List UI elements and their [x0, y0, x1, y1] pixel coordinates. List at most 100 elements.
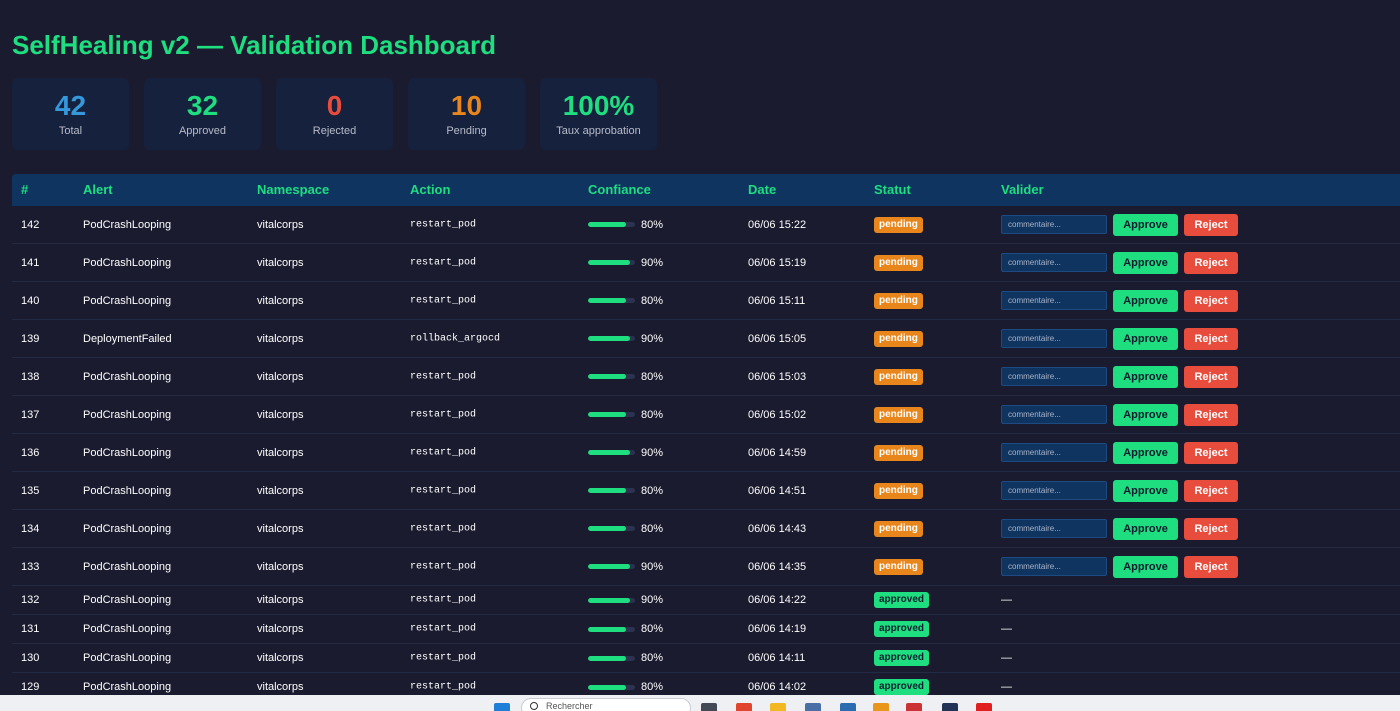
reject-button[interactable]: Reject	[1184, 517, 1238, 540]
approve-button[interactable]: Approve	[1113, 251, 1178, 274]
approve-button[interactable]: Approve	[1113, 479, 1178, 502]
row-validate: —	[1001, 623, 1012, 635]
row-status: pending	[874, 444, 923, 461]
column-header-validate[interactable]: Valider	[1001, 174, 1044, 206]
comment-input[interactable]	[1001, 253, 1107, 272]
row-confidence: 80%	[588, 485, 663, 497]
comment-input[interactable]	[1001, 443, 1107, 462]
row-status: pending	[874, 520, 923, 537]
chrome-icon[interactable]	[736, 703, 752, 711]
file-explorer-icon[interactable]	[770, 703, 786, 711]
stat-value: 100%	[562, 90, 635, 121]
reject-button[interactable]: Reject	[1184, 289, 1238, 312]
table-row: 134 PodCrashLooping vitalcorps restart_pod 8…	[12, 510, 1400, 548]
row-status: pending	[874, 482, 923, 499]
approve-button[interactable]: Approve	[1113, 213, 1178, 236]
column-header-alert[interactable]: Alert	[83, 174, 113, 206]
row-id: 134	[21, 522, 40, 535]
row-status: pending	[874, 558, 923, 575]
approve-button[interactable]: Approve	[1113, 327, 1178, 350]
column-header-confidence[interactable]: Confiance	[588, 174, 651, 206]
task-view-icon[interactable]	[701, 703, 717, 711]
folder-icon[interactable]	[873, 703, 889, 711]
row-date: 06/06 15:19	[748, 256, 807, 269]
reject-button[interactable]: Reject	[1184, 213, 1238, 236]
comment-input[interactable]	[1001, 291, 1107, 310]
status-badge: approved	[874, 650, 930, 666]
taskbar-search[interactable]: Rechercher	[521, 698, 691, 711]
table-row: 138 PodCrashLooping vitalcorps restart_pod 8…	[12, 358, 1400, 396]
column-header-action[interactable]: Action	[410, 174, 450, 206]
comment-input[interactable]	[1001, 481, 1107, 500]
row-alert: PodCrashLooping	[83, 522, 172, 535]
row-alert: PodCrashLooping	[83, 484, 172, 497]
opera-icon[interactable]	[976, 703, 992, 711]
confidence-bar-fill	[588, 450, 631, 455]
row-alert: PodCrashLooping	[83, 408, 172, 421]
table-row: 141 PodCrashLooping vitalcorps restart_pod 9…	[12, 244, 1400, 282]
row-action: rollback_argocd	[410, 333, 501, 344]
row-validate: Approve Reject	[1001, 441, 1238, 464]
column-header-id[interactable]: #	[21, 174, 28, 206]
row-confidence: 90%	[588, 561, 663, 573]
row-status: pending	[874, 216, 923, 233]
row-namespace: vitalcorps	[257, 681, 304, 693]
stat-card-approved: 32 Approved	[144, 78, 261, 150]
comment-input[interactable]	[1001, 519, 1107, 538]
reject-button[interactable]: Reject	[1184, 403, 1238, 426]
confidence-value: 90%	[641, 332, 664, 345]
row-validate: —	[1001, 681, 1012, 693]
reject-button[interactable]: Reject	[1184, 479, 1238, 502]
row-confidence: 80%	[588, 523, 663, 535]
row-validate: Approve Reject	[1001, 327, 1238, 350]
comment-input[interactable]	[1001, 329, 1107, 348]
terminal-icon[interactable]	[942, 703, 958, 711]
approve-button[interactable]: Approve	[1113, 365, 1178, 388]
row-date: 06/06 15:22	[748, 218, 807, 231]
row-validate: Approve Reject	[1001, 365, 1238, 388]
confidence-bar	[588, 488, 635, 493]
status-badge: pending	[874, 330, 923, 347]
column-header-namespace[interactable]: Namespace	[257, 174, 329, 206]
reject-button[interactable]: Reject	[1184, 441, 1238, 464]
row-date: 06/06 15:11	[748, 294, 806, 307]
approve-button[interactable]: Approve	[1113, 517, 1178, 540]
row-action: restart_pod	[410, 447, 477, 458]
row-alert: PodCrashLooping	[83, 446, 172, 459]
confidence-bar-fill	[588, 488, 626, 493]
status-badge: pending	[874, 216, 923, 233]
approve-button[interactable]: Approve	[1113, 289, 1178, 312]
settings-icon[interactable]	[805, 703, 821, 711]
column-header-date[interactable]: Date	[748, 174, 776, 206]
status-badge: pending	[874, 292, 923, 309]
row-status: pending	[874, 292, 923, 309]
reject-button[interactable]: Reject	[1184, 251, 1238, 274]
row-confidence: 80%	[588, 652, 663, 664]
comment-input[interactable]	[1001, 405, 1107, 424]
status-badge: pending	[874, 254, 923, 271]
row-date: 06/06 14:59	[748, 446, 807, 459]
reject-button[interactable]: Reject	[1184, 327, 1238, 350]
app-icon[interactable]	[840, 703, 856, 711]
approve-button[interactable]: Approve	[1113, 403, 1178, 426]
comment-input[interactable]	[1001, 557, 1107, 576]
row-status: approved	[874, 592, 930, 608]
row-date: 06/06 14:43	[748, 522, 807, 535]
row-namespace: vitalcorps	[257, 446, 304, 459]
approve-button[interactable]: Approve	[1113, 555, 1178, 578]
row-namespace: vitalcorps	[257, 623, 304, 635]
windows-icon[interactable]	[494, 703, 510, 711]
column-header-status[interactable]: Statut	[874, 174, 911, 206]
confidence-value: 90%	[641, 560, 664, 573]
comment-input[interactable]	[1001, 367, 1107, 386]
app-icon-2[interactable]	[906, 703, 922, 711]
approve-button[interactable]: Approve	[1113, 441, 1178, 464]
reject-button[interactable]: Reject	[1184, 365, 1238, 388]
status-badge: approved	[874, 679, 930, 695]
confidence-bar	[588, 564, 635, 569]
row-action: restart_pod	[410, 219, 477, 230]
stat-card-rejected: 0 Rejected	[276, 78, 393, 150]
reject-button[interactable]: Reject	[1184, 555, 1238, 578]
row-date: 06/06 14:35	[748, 560, 807, 573]
comment-input[interactable]	[1001, 215, 1107, 234]
